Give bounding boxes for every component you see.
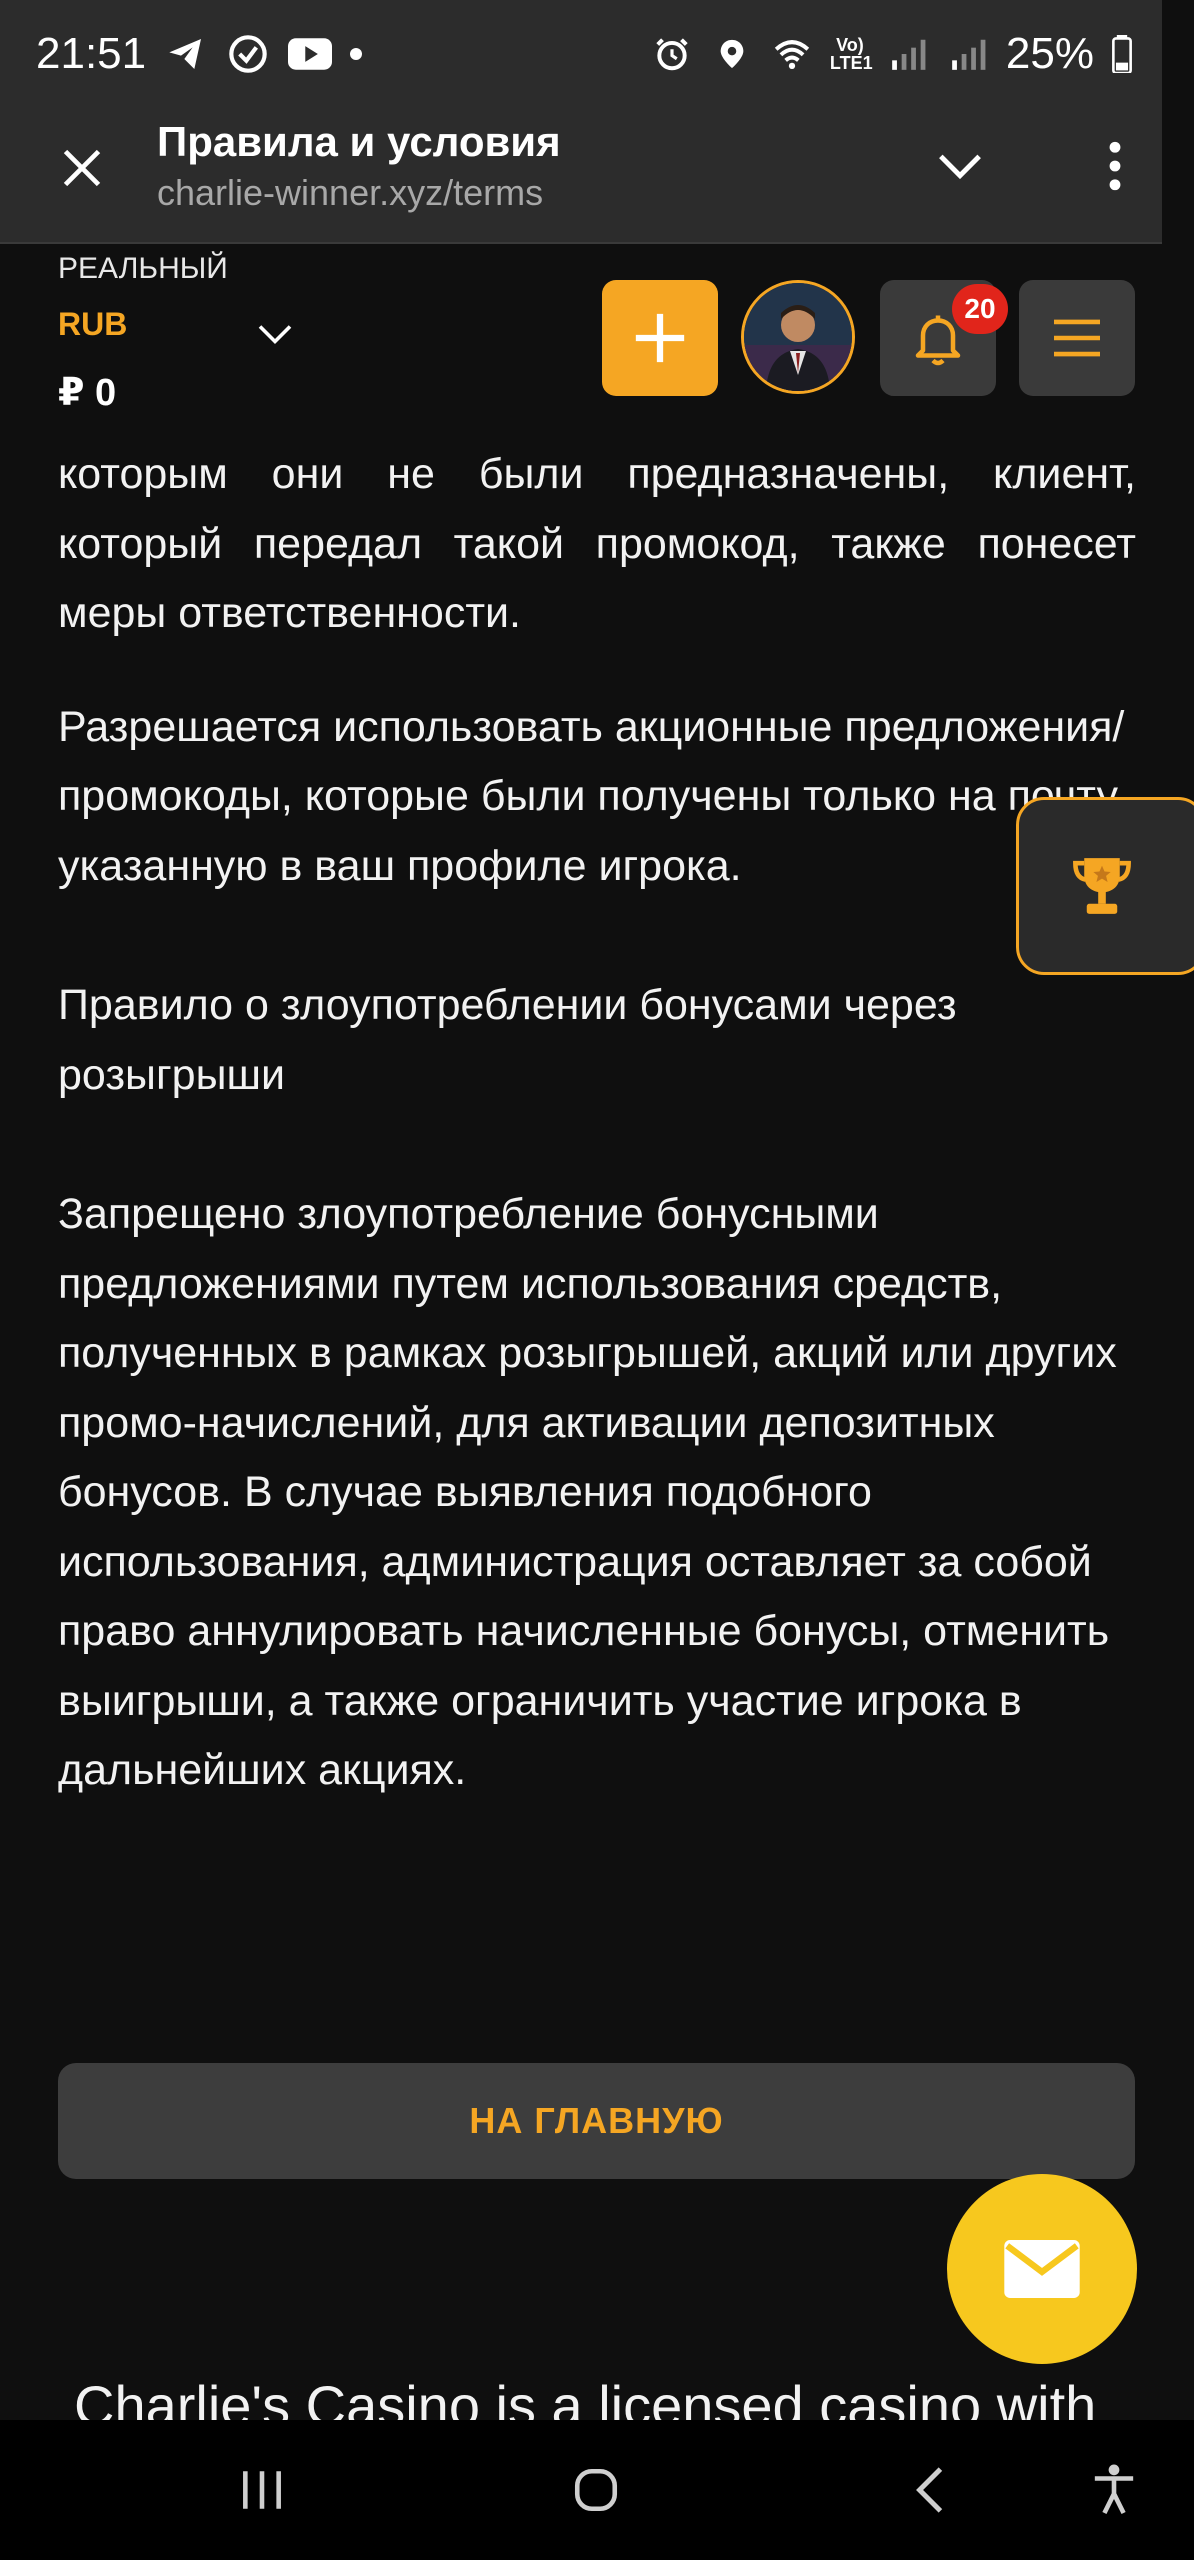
deposit-button[interactable] xyxy=(602,280,718,396)
terms-content: которым они не были предназначены, клиен… xyxy=(58,440,1136,1806)
notification-badge: 20 xyxy=(952,284,1008,334)
menu-icon xyxy=(1054,319,1100,357)
wifi-icon xyxy=(770,32,814,76)
home-icon[interactable] xyxy=(556,2450,636,2530)
chevron-down-icon[interactable] xyxy=(250,314,300,354)
trophy-icon xyxy=(1073,858,1131,914)
account-type-label: РЕАЛЬНЫЙ xyxy=(58,252,228,285)
location-icon xyxy=(710,32,754,76)
signal-icon xyxy=(886,32,930,76)
back-icon[interactable] xyxy=(890,2450,970,2530)
battery-percent: 25% xyxy=(1005,29,1094,78)
status-bar: 21:51 Vo) LTE1 25% xyxy=(0,0,1162,108)
close-icon[interactable] xyxy=(50,136,114,200)
signal-icon-2 xyxy=(946,32,990,76)
telegram-icon xyxy=(164,32,208,76)
battery-icon xyxy=(1110,32,1134,76)
chevron-down-icon[interactable] xyxy=(930,136,990,196)
terms-paragraph: которым они не были предназначены, клиен… xyxy=(58,450,1136,637)
balance: ₽ 0 xyxy=(58,372,117,414)
status-time: 21:51 xyxy=(36,29,147,78)
accessibility-icon[interactable] xyxy=(1074,2450,1154,2530)
trophy-tab[interactable] xyxy=(1016,797,1194,975)
avatar[interactable] xyxy=(741,280,855,394)
site-header: РЕАЛЬНЫЙ RUB ₽ 0 20 xyxy=(0,244,1194,440)
youtube-icon xyxy=(288,32,333,76)
home-button[interactable]: НА ГЛАВНУЮ xyxy=(58,2063,1135,2179)
recent-apps-icon[interactable] xyxy=(222,2450,302,2530)
plus-icon xyxy=(635,313,685,363)
mail-icon xyxy=(1004,2240,1080,2298)
alarm-icon xyxy=(650,32,694,76)
contact-button[interactable] xyxy=(947,2174,1137,2364)
terms-section-heading: Правило о злоупотреблении бонусами через… xyxy=(58,981,957,1099)
notification-dot xyxy=(350,48,363,60)
page-title: Правила и условия xyxy=(157,118,561,165)
terms-paragraph: Запрещено злоупотребление бонусными пред… xyxy=(58,1190,1117,1794)
scroll-strip xyxy=(1162,0,1194,244)
system-nav-bar xyxy=(0,2420,1194,2560)
more-vert-icon[interactable] xyxy=(1090,136,1140,196)
network-label: Vo) LTE1 xyxy=(829,35,873,73)
currency-selector[interactable]: RUB xyxy=(58,306,127,343)
menu-button[interactable] xyxy=(1019,280,1135,396)
footer-text: Charlie's Casino is a licensed casino wi… xyxy=(74,2374,1097,2420)
page-url[interactable]: charlie-winner.xyz/terms xyxy=(157,172,543,214)
check-circle-icon xyxy=(226,32,270,76)
browser-toolbar: Правила и условия charlie-winner.xyz/ter… xyxy=(0,108,1162,244)
terms-paragraph: Разрешается использовать акционные предл… xyxy=(58,702,1125,890)
